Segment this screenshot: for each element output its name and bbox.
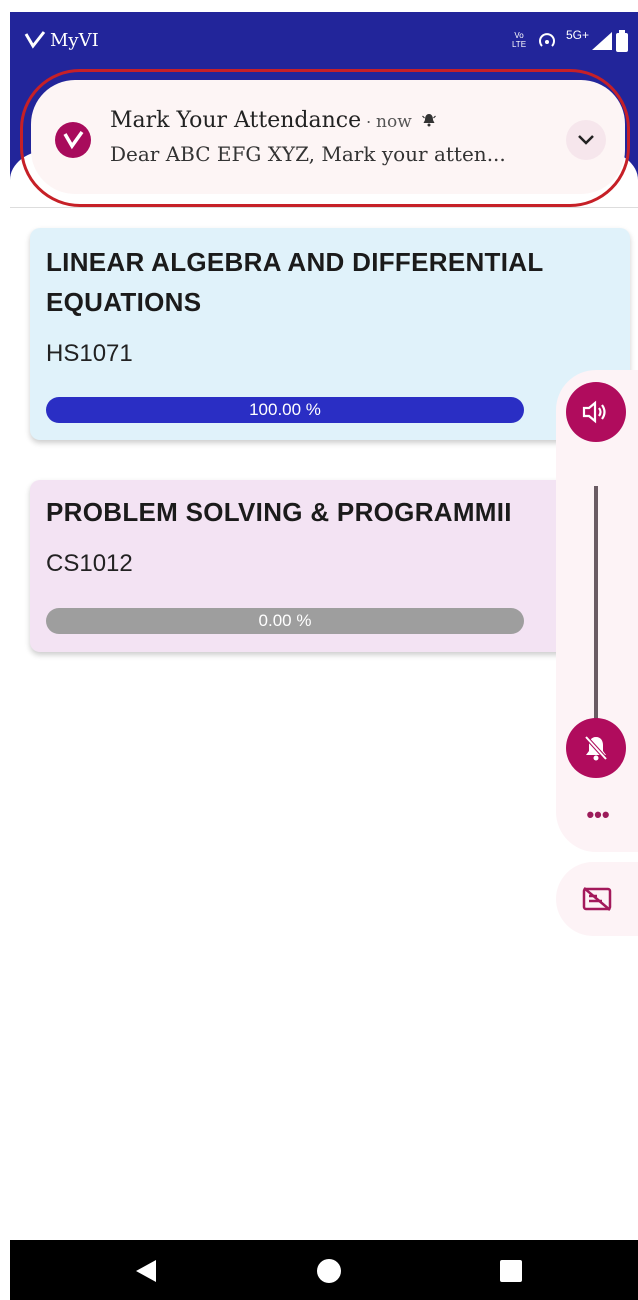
vi-logo-icon xyxy=(24,30,46,55)
more-horizontal-icon[interactable]: ••• xyxy=(578,800,618,830)
attendance-progress-label: 0.00 % xyxy=(258,611,312,630)
home-circle-icon[interactable] xyxy=(316,1258,342,1289)
volte-icon: Vo LTE xyxy=(511,31,527,49)
course-card[interactable]: PROBLEM SOLVING & PROGRAMMII CS1012 0.00… xyxy=(30,480,630,652)
ringer-mode-button[interactable] xyxy=(566,718,626,778)
volume-icon xyxy=(582,400,610,429)
network-type-label: 5G+ xyxy=(566,28,590,42)
hotspot-icon xyxy=(536,30,558,55)
attendance-progress-bar: 0.00 % xyxy=(46,608,524,634)
status-app-name: MyVI xyxy=(50,30,99,51)
attendance-progress-label: 100.00 % xyxy=(249,400,321,419)
battery-icon xyxy=(616,30,628,57)
course-code: CS1012 xyxy=(46,550,133,577)
course-name: LINEAR ALGEBRA AND DIFFERENTIAL EQUATION… xyxy=(46,247,544,317)
recents-square-icon[interactable] xyxy=(500,1260,522,1287)
signal-icon xyxy=(592,32,612,55)
divider xyxy=(10,207,638,208)
highlight-outline xyxy=(20,69,630,207)
course-card[interactable]: LINEAR ALGEBRA AND DIFFERENTIAL EQUATION… xyxy=(30,228,630,440)
back-triangle-icon[interactable] xyxy=(134,1259,158,1288)
media-volume-button[interactable] xyxy=(566,382,626,442)
ringer-off-icon xyxy=(583,734,609,767)
status-bar: MyVI Vo LTE 5G+ xyxy=(10,12,638,70)
course-name: PROBLEM SOLVING & PROGRAMMII xyxy=(46,497,512,527)
course-code: HS1071 xyxy=(46,340,133,367)
attendance-progress-bar: 100.00 % xyxy=(46,397,524,423)
live-caption-button[interactable] xyxy=(556,862,638,936)
volume-slider[interactable] xyxy=(594,486,598,736)
captions-off-icon xyxy=(582,886,612,917)
navigation-bar xyxy=(10,1240,638,1300)
